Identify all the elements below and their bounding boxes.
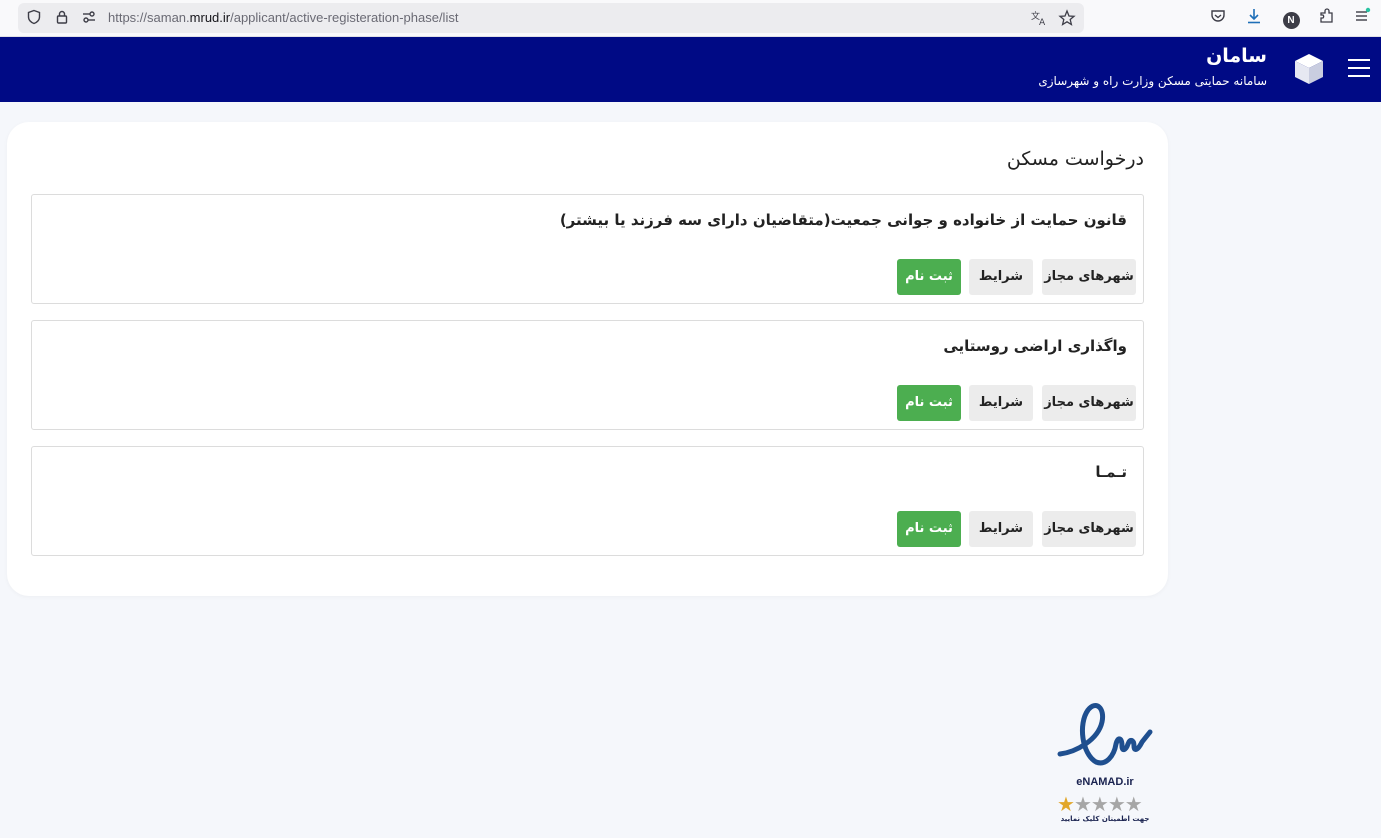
app-menu-icon[interactable] [1351,7,1373,29]
register-button[interactable]: ثبت نام [897,511,961,547]
lock-icon[interactable] [53,9,71,27]
item-title: تـمـا [1095,463,1127,481]
enamad-note: جهت اطمینان کلیک نمایید [1060,815,1150,823]
page-title: درخواست مسکن [1006,148,1144,170]
item-title: واگذاری اراضی روستایی [943,337,1127,355]
star-empty-icon: ★ [1090,792,1109,816]
terms-button[interactable]: شرایط [969,259,1033,295]
terms-button[interactable]: شرایط [969,511,1033,547]
housing-request-card: درخواست مسکن قانون حمایت از خانواده و جو… [7,122,1168,596]
enamad-rating: ★★★★★ [1057,792,1157,816]
star-empty-icon: ★ [1107,792,1126,816]
url-text[interactable]: https://saman.mrud.ir/applicant/active-r… [108,3,458,33]
downloads-icon[interactable] [1243,7,1265,29]
site-header: سامان سامانه حمایتی مسکن وزارت راه و شهر… [0,37,1381,102]
enamad-badge[interactable]: eNAMAD.ir ★★★★★ جهت اطمینان کلیک نمایید [1052,698,1158,830]
extensions-icon[interactable] [1316,7,1338,29]
svg-text:A: A [1039,18,1046,27]
allowed-cities-button[interactable]: شهرهای مجاز [1042,259,1136,295]
shield-icon[interactable] [25,9,43,27]
browser-toolbar: https://saman.mrud.ir/applicant/active-r… [0,0,1381,37]
star-empty-icon: ★ [1124,792,1143,816]
allowed-cities-button[interactable]: شهرهای مجاز [1042,385,1136,421]
list-item: قانون حمایت از خانواده و جوانی جمعیت(متق… [31,194,1144,304]
hamburger-menu-icon[interactable] [1348,59,1370,77]
star-empty-icon: ★ [1073,792,1092,816]
allowed-cities-button[interactable]: شهرهای مجاز [1042,511,1136,547]
site-title[interactable]: سامان [1206,45,1267,67]
translate-icon[interactable]: 文A [1030,9,1048,28]
profile-avatar-icon[interactable]: N [1280,7,1302,29]
list-item: واگذاری اراضی روستایی شهرهای مجاز شرایط … [31,320,1144,430]
star-filled-icon: ★ [1057,792,1075,816]
enamad-logo-icon [1057,703,1153,766]
site-permissions-icon[interactable] [80,9,98,27]
saman-logo-cube-icon[interactable] [1293,52,1325,86]
site-subtitle: سامانه حمایتی مسکن وزارت راه و شهرسازی [1038,74,1267,88]
terms-button[interactable]: شرایط [969,385,1033,421]
item-title: قانون حمایت از خانواده و جوانی جمعیت(متق… [559,211,1127,229]
enamad-label: eNAMAD.ir [1076,776,1134,788]
register-button[interactable]: ثبت نام [897,385,961,421]
pocket-icon[interactable] [1207,7,1229,29]
address-bar[interactable]: https://saman.mrud.ir/applicant/active-r… [18,3,1084,33]
bookmark-star-icon[interactable] [1058,9,1076,27]
list-item: تـمـا شهرهای مجاز شرایط ثبت نام [31,446,1144,556]
register-button[interactable]: ثبت نام [897,259,961,295]
